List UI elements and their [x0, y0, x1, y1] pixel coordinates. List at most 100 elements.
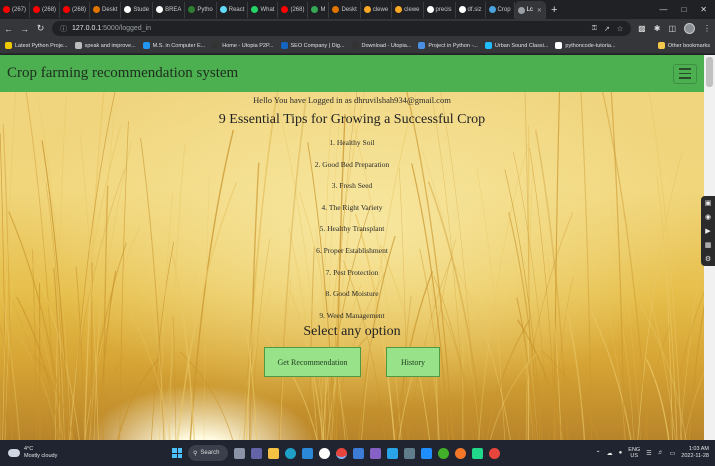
taskbar-search[interactable]: ⚲ Search: [188, 445, 228, 461]
weather-widget[interactable]: 4°C Mostly cloudy: [0, 446, 150, 460]
extension-icon[interactable]: ▩: [638, 24, 646, 33]
browser-tab[interactable]: df.siz: [456, 1, 486, 18]
browser-tab[interactable]: Lc ✕: [514, 1, 546, 19]
jupyter-icon[interactable]: [455, 447, 466, 459]
cloud-icon: [8, 449, 20, 457]
video-icon[interactable]: ▶: [705, 227, 710, 235]
browser-tab[interactable]: Crop: [486, 1, 515, 18]
other-bookmarks[interactable]: Other bookmarks: [657, 42, 710, 49]
close-window-icon[interactable]: ✕: [700, 5, 707, 14]
forward-icon[interactable]: →: [20, 24, 29, 34]
new-tab-button[interactable]: +: [546, 4, 562, 16]
folder-icon: [657, 42, 665, 49]
browser-tab[interactable]: Pytho: [185, 1, 217, 18]
app-icon[interactable]: [353, 447, 364, 459]
bookmark-item[interactable]: pythoncode-tutoria...: [555, 42, 616, 49]
tab-label: precis: [435, 6, 452, 13]
file-explorer-icon[interactable]: [268, 447, 279, 459]
tab-favicon-icon: [63, 6, 71, 13]
menu-kebab-icon[interactable]: ⋮: [703, 24, 711, 33]
puzzle-icon[interactable]: ✱: [654, 24, 661, 33]
language-indicator[interactable]: ENG US: [628, 447, 640, 459]
browser-tab[interactable]: clewe: [361, 1, 393, 18]
tab-label: What: [260, 6, 275, 13]
photos-icon[interactable]: [421, 447, 432, 459]
edge-icon[interactable]: [285, 447, 296, 459]
bookmark-item[interactable]: Download - Utopia...: [351, 42, 411, 49]
hamburger-menu-icon[interactable]: [673, 63, 697, 84]
microphone-icon[interactable]: ●: [619, 450, 623, 456]
bookmark-star-icon[interactable]: ☆: [617, 25, 623, 33]
tip-item: 8. Good Moisture: [325, 289, 379, 299]
bookmark-label: SEO Company | Dig...: [290, 42, 345, 49]
browser-tab[interactable]: (268): [278, 1, 309, 18]
browser-tab-strip: (267) (268) (268) Deskt Stude BREA Pytho React W…: [0, 0, 715, 19]
maximize-icon[interactable]: □: [681, 5, 686, 14]
store-icon[interactable]: [302, 447, 313, 459]
snipping-icon[interactable]: [387, 447, 398, 459]
camera-icon[interactable]: ◉: [705, 213, 711, 221]
anaconda-icon[interactable]: [438, 447, 449, 459]
tray-chevron-icon[interactable]: ⌃: [596, 450, 601, 457]
screenshot-icon[interactable]: ▣: [705, 199, 712, 207]
site-info-icon[interactable]: ⓘ: [60, 24, 67, 34]
bookmark-item[interactable]: M.S. in Computer E...: [142, 42, 205, 49]
browser-tab[interactable]: (268): [30, 1, 61, 18]
back-icon[interactable]: ←: [4, 24, 13, 34]
gallery-icon[interactable]: ▦: [705, 241, 712, 249]
browser-tab[interactable]: What: [248, 1, 279, 18]
bookmark-item[interactable]: SEO Company | Dig...: [280, 42, 345, 49]
browser-tab[interactable]: (268): [60, 1, 91, 18]
get-recommendation-button[interactable]: Get Recommendation: [264, 347, 361, 378]
bookmark-item[interactable]: speak and improve...: [74, 42, 136, 49]
tab-label: Crop: [497, 6, 511, 13]
browser-tab[interactable]: React: [217, 1, 249, 18]
bookmark-item[interactable]: Project in Python -...: [418, 42, 478, 49]
task-view-icon[interactable]: [234, 447, 245, 459]
clock-time: 1:03 AM: [688, 446, 709, 452]
tip-item: 9. Weed Management: [319, 310, 385, 320]
key-icon[interactable]: ⚿: [592, 25, 597, 33]
windows-start-icon[interactable]: [172, 448, 182, 458]
browser-tab[interactable]: clewe: [392, 1, 424, 18]
chrome-profile-icon[interactable]: [489, 447, 500, 459]
cloud-sync-icon[interactable]: ☁: [607, 450, 613, 457]
browser-tab[interactable]: M: [308, 1, 330, 18]
browser-tab[interactable]: BREA: [153, 1, 186, 18]
bookmark-item[interactable]: Latest Python Proje...: [5, 42, 68, 49]
browser-tab[interactable]: precis: [424, 1, 456, 18]
tab-favicon-icon: [517, 6, 525, 14]
chrome-icon[interactable]: [336, 447, 347, 459]
url-input[interactable]: ⓘ 127.0.0.1:5000/logged_in ⚿ ↗ ☆: [52, 21, 632, 36]
bookmark-item[interactable]: Urban Sound Classi...: [484, 42, 548, 49]
browser-tab[interactable]: Deskt: [329, 1, 361, 18]
visual-studio-icon[interactable]: [370, 447, 381, 459]
tab-favicon-icon: [124, 6, 132, 13]
profile-avatar[interactable]: [684, 23, 695, 34]
tab-label: Lc: [526, 7, 533, 13]
browser-tab[interactable]: Deskt: [90, 1, 122, 18]
history-button[interactable]: History: [386, 347, 440, 378]
taskbar-clock[interactable]: 1:03 AM 2022-11-28: [681, 446, 709, 460]
calculator-icon[interactable]: [404, 447, 415, 459]
chat-icon[interactable]: [251, 447, 262, 459]
browser-tab[interactable]: (267): [0, 1, 31, 18]
bookmark-item[interactable]: Home - Utopia P2P...: [212, 42, 274, 49]
battery-icon[interactable]: ▭: [670, 450, 676, 457]
bookmark-favicon-icon: [212, 42, 220, 49]
volume-icon[interactable]: ♬: [658, 450, 664, 456]
taskbar-apps: ⚲ Search: [172, 445, 500, 461]
share-icon[interactable]: ↗: [604, 25, 610, 33]
minimize-icon[interactable]: —: [659, 5, 667, 14]
browser-tab[interactable]: Stude: [121, 1, 154, 18]
settings-gear-icon[interactable]: ⚙: [705, 255, 711, 263]
reload-icon[interactable]: ↻: [36, 23, 45, 34]
pycharm-icon[interactable]: [472, 447, 483, 459]
close-tab-icon[interactable]: ✕: [537, 7, 542, 14]
tab-favicon-icon: [363, 6, 371, 13]
scrollbar-thumb[interactable]: [706, 57, 713, 87]
side-panel-icon[interactable]: ◫: [668, 24, 676, 33]
dell-icon[interactable]: [319, 447, 330, 459]
wifi-icon[interactable]: ☰: [646, 450, 651, 457]
site-brand[interactable]: Crop farming recommendation system: [7, 65, 238, 82]
